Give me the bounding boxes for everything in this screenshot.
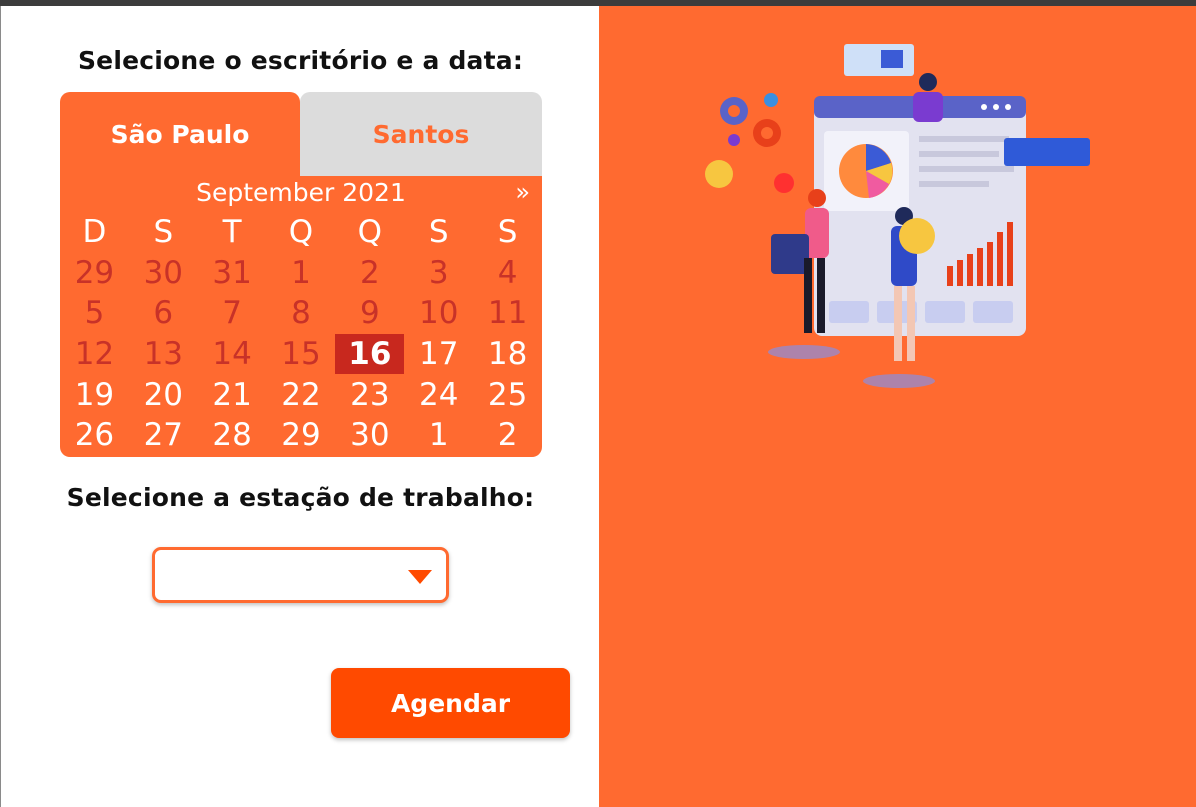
calendar-day[interactable]: 23 bbox=[335, 374, 404, 415]
weekday-label: D bbox=[82, 214, 107, 251]
heart-bubble-icon bbox=[774, 173, 794, 193]
lightbulb-bubble-icon bbox=[705, 160, 733, 188]
calendar-day[interactable]: 24 bbox=[404, 374, 473, 415]
weekday-label: S bbox=[428, 214, 449, 251]
next-month-button[interactable]: » bbox=[515, 178, 530, 206]
calendar-day: 31 bbox=[212, 254, 252, 291]
workstation-select[interactable] bbox=[152, 547, 449, 603]
tab-sao-paulo[interactable]: São Paulo bbox=[60, 92, 300, 176]
calendar-day: 11 bbox=[487, 295, 528, 332]
calendar-day[interactable]: 28 bbox=[198, 415, 267, 456]
calendar-day: 1 bbox=[291, 254, 311, 291]
calendar-day: 14 bbox=[212, 336, 252, 373]
calendar-day[interactable]: 30 bbox=[335, 415, 404, 456]
calendar-day[interactable]: 18 bbox=[473, 334, 542, 375]
calendar-week-row: 5 6 7 8 9 10 11 bbox=[60, 293, 542, 334]
calendar-day: 12 bbox=[74, 336, 115, 373]
calendar-day: 3 bbox=[428, 254, 449, 291]
booking-panel: Selecione o escritório e a data: São Pau… bbox=[0, 6, 599, 807]
calendar-day: 7 bbox=[222, 295, 243, 332]
date-calendar: September 2021 » D S T Q Q S S 29 30 31 1 2 3 4 5 6 7 8 9 1… bbox=[60, 176, 542, 457]
team-dashboard-illustration bbox=[705, 44, 1090, 388]
calendar-week-row: 29 30 31 1 2 3 4 bbox=[60, 253, 542, 294]
calendar-day: 4 bbox=[497, 254, 518, 291]
calendar-day[interactable]: 22 bbox=[267, 374, 336, 415]
tab-santos[interactable]: Santos bbox=[300, 92, 542, 176]
calendar-month-label: September 2021 bbox=[196, 178, 406, 207]
illustration-panel bbox=[599, 6, 1196, 807]
calendar-day[interactable]: 1 bbox=[404, 415, 473, 456]
calendar-day: 29 bbox=[74, 254, 115, 291]
calendar-day: 2 bbox=[360, 254, 380, 291]
calendar-day-selected[interactable]: 16 bbox=[335, 333, 405, 375]
weekday-label: T bbox=[222, 214, 242, 251]
calendar-week-row: 26 27 28 29 30 1 2 bbox=[60, 415, 542, 456]
calendar-day[interactable]: 21 bbox=[198, 374, 267, 415]
calendar-day: 5 bbox=[84, 295, 105, 332]
calendar-day: 15 bbox=[281, 336, 321, 373]
calendar-day[interactable]: 25 bbox=[473, 374, 542, 415]
calendar-day[interactable]: 27 bbox=[129, 415, 198, 456]
tablet-shape bbox=[771, 234, 809, 274]
office-tabs: São Paulo Santos bbox=[60, 92, 542, 176]
weekday-header-row: DSTQQSS bbox=[60, 212, 542, 253]
cart-card-icon bbox=[844, 44, 914, 76]
social-card-icon bbox=[1004, 138, 1090, 166]
calendar-day: 8 bbox=[291, 295, 311, 332]
calendar-day[interactable]: 17 bbox=[404, 334, 473, 375]
calendar-day: 10 bbox=[419, 295, 459, 332]
calendar-day[interactable]: 20 bbox=[129, 374, 198, 415]
workstation-heading: Selecione a estação de trabalho: bbox=[66, 483, 535, 512]
calendar-day[interactable]: 19 bbox=[60, 374, 129, 415]
weekday-label: Q bbox=[357, 214, 383, 251]
agendar-button[interactable]: Agendar bbox=[331, 668, 570, 738]
weekday-label: Q bbox=[288, 214, 314, 251]
calendar-day: 9 bbox=[360, 295, 380, 332]
calendar-day[interactable]: 26 bbox=[60, 415, 129, 456]
calendar-day: 6 bbox=[153, 295, 174, 332]
office-date-heading: Selecione o escritório e a data: bbox=[77, 46, 524, 75]
weekday-label: S bbox=[153, 214, 174, 251]
calendar-day[interactable]: 2 bbox=[473, 415, 542, 456]
calendar-week-row: 19 20 21 22 23 24 25 bbox=[60, 374, 542, 415]
caret-down-icon bbox=[408, 570, 432, 584]
calendar-day: 30 bbox=[143, 254, 184, 291]
calendar-week-row: 12 13 14 15 16 17 18 bbox=[60, 333, 542, 375]
lightbulb-icon bbox=[899, 218, 935, 254]
calendar-grid: D S T Q Q S S 29 30 31 1 2 3 4 5 6 7 8 9 10 11 12 13 14 15 16 17 18… bbox=[60, 212, 542, 456]
weekday-label: S bbox=[497, 214, 518, 251]
calendar-day[interactable]: 29 bbox=[267, 415, 336, 456]
calendar-day: 13 bbox=[143, 336, 184, 373]
